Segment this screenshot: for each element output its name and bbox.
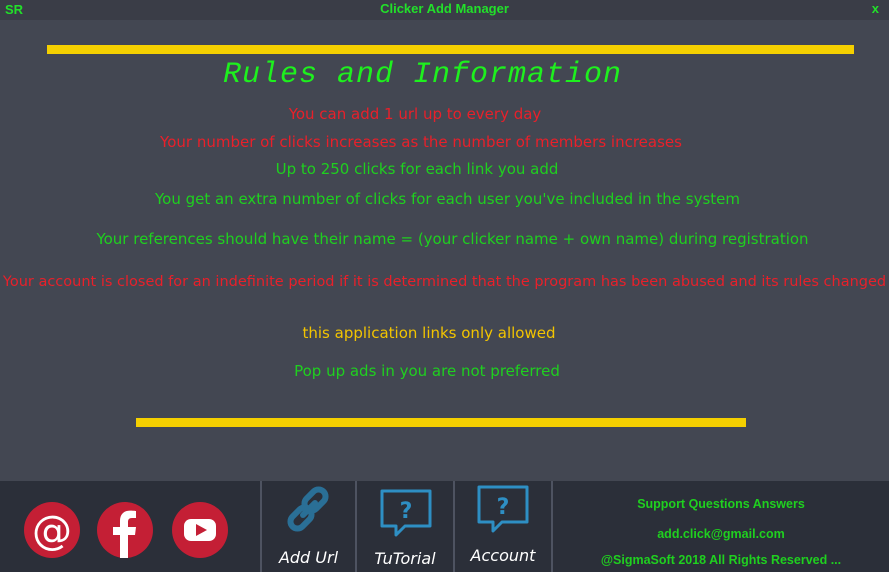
question-chat-icon: ?	[380, 489, 432, 537]
rule-text: You get an extra number of clicks for ea…	[154, 190, 741, 208]
support-email: add.click@gmail.com	[657, 527, 785, 541]
bottom-divider-bar	[136, 418, 746, 427]
facebook-social-button[interactable]	[97, 502, 153, 558]
tutorial-label: TuTorial	[374, 549, 436, 568]
rule-text: Pop up ads in you are not preferred	[294, 362, 560, 380]
rule-text: Your number of clicks increases as the n…	[160, 133, 682, 151]
rule-text: Your account is closed for an indefinite…	[2, 274, 887, 290]
tutorial-button[interactable]: ? TuTorial	[357, 481, 453, 572]
question-chat-icon: ?	[477, 485, 529, 533]
window-title: Clicker Add Manager	[380, 1, 509, 16]
rule-text: Up to 250 clicks for each link you add	[275, 160, 559, 178]
close-button[interactable]: x	[872, 1, 879, 16]
at-icon: @	[32, 508, 72, 554]
youtube-social-button[interactable]	[172, 502, 228, 558]
facebook-icon	[113, 510, 136, 558]
rule-text: Your references should have their name =…	[96, 230, 809, 248]
rule-text: this application links only allowed	[302, 324, 556, 342]
title-bar: SR Clicker Add Manager x	[0, 0, 889, 20]
email-social-button[interactable]: @	[24, 502, 80, 558]
svg-text:@: @	[32, 508, 72, 554]
add-url-button[interactable]: Add Url	[262, 481, 355, 572]
add-url-label: Add Url	[278, 548, 339, 567]
support-title: Support Questions Answers	[637, 497, 805, 511]
top-divider-bar	[47, 45, 854, 54]
link-icon	[287, 486, 329, 532]
svg-text:?: ?	[497, 495, 510, 520]
account-label: Account	[470, 546, 536, 565]
svg-text:?: ?	[400, 499, 413, 524]
youtube-icon	[184, 519, 216, 541]
account-button[interactable]: ? Account	[455, 481, 551, 572]
rules-heading: Rules and Information	[222, 58, 623, 92]
copyright-text: @SigmaSoft 2018 All Rights Reserved ...	[600, 553, 842, 567]
rule-text: You can add 1 url up to every day	[288, 105, 542, 123]
